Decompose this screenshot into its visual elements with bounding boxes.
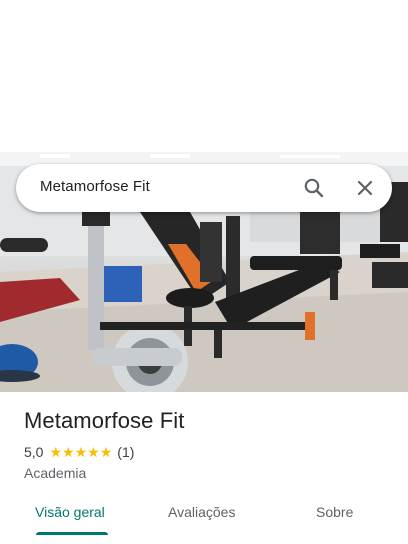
map-blank-area <box>0 0 408 152</box>
rating-row[interactable]: 5,0 ★ ★ ★ ★ ★ (1) <box>24 443 134 461</box>
star-rating: ★ ★ ★ ★ ★ <box>49 445 112 459</box>
star-icon: ★ <box>62 444 75 460</box>
search-bar[interactable]: Metamorfose Fit <box>16 164 392 212</box>
star-icon: ★ <box>87 444 100 460</box>
star-icon: ★ <box>99 444 113 460</box>
place-title: Metamorfose Fit <box>24 408 185 433</box>
tab-about[interactable]: Sobre <box>316 504 353 520</box>
close-icon[interactable] <box>353 176 377 200</box>
rating-value: 5,0 <box>24 444 44 460</box>
star-icon: ★ <box>74 444 88 460</box>
tab-reviews[interactable]: Avaliações <box>168 504 235 520</box>
star-icon: ★ <box>49 444 63 460</box>
place-tabs: Visão geral Avaliações Sobre <box>0 496 408 544</box>
active-tab-indicator <box>36 532 108 535</box>
search-icon[interactable] <box>302 176 326 200</box>
tab-overview[interactable]: Visão geral <box>35 504 105 520</box>
review-count[interactable]: (1) <box>117 444 134 460</box>
place-category: Academia <box>24 465 87 481</box>
search-query-text[interactable]: Metamorfose Fit <box>40 178 150 195</box>
